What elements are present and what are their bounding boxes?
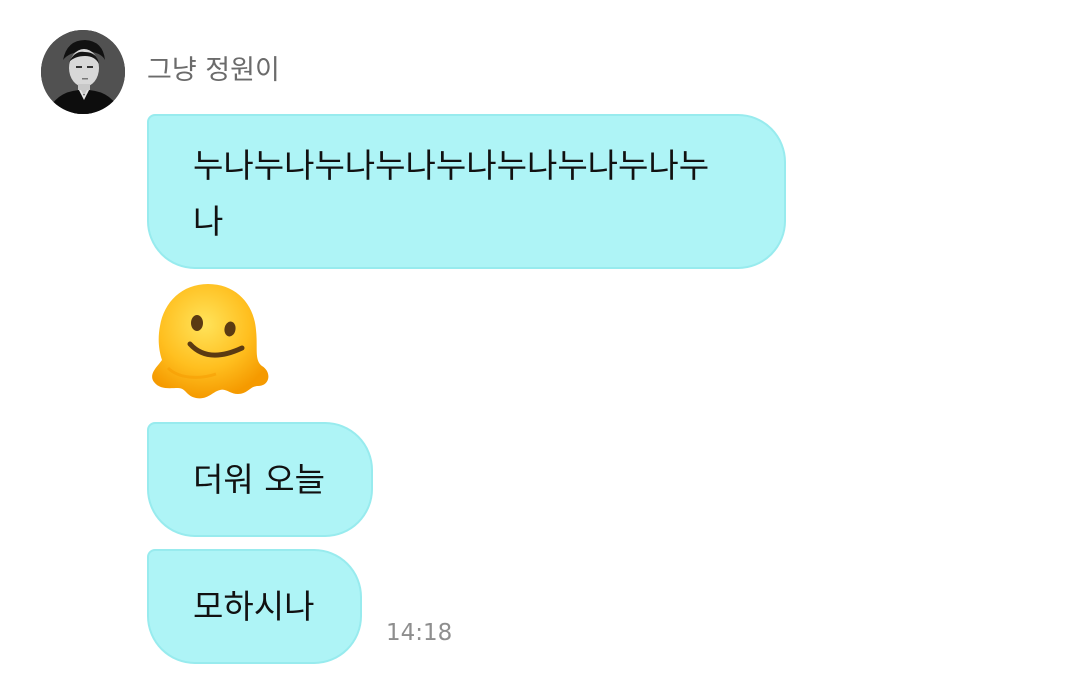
melting-face-icon bbox=[152, 284, 269, 399]
profile-photo-icon bbox=[41, 30, 125, 114]
message-text: 누나누나누나누나누나누나누나누나누나 bbox=[193, 145, 710, 241]
message-bubble[interactable]: 모하시나 bbox=[147, 549, 362, 664]
message-bubble[interactable]: 누나누나누나누나누나누나누나누나누나 bbox=[147, 114, 786, 269]
message-text: 더워 오늘 bbox=[193, 459, 325, 499]
chat-conversation: 그냥 정원이 누나누나누나누나누나누나누나누나누나 더워 오늘 모하시나 14:… bbox=[0, 0, 1080, 681]
avatar[interactable] bbox=[41, 30, 125, 114]
message-bubble[interactable]: 더워 오늘 bbox=[147, 422, 373, 537]
melting-face-emoji-icon[interactable] bbox=[150, 282, 272, 402]
sender-name: 그냥 정원이 bbox=[147, 55, 280, 86]
message-timestamp: 14:18 bbox=[386, 620, 453, 646]
message-text: 모하시나 bbox=[193, 586, 315, 626]
